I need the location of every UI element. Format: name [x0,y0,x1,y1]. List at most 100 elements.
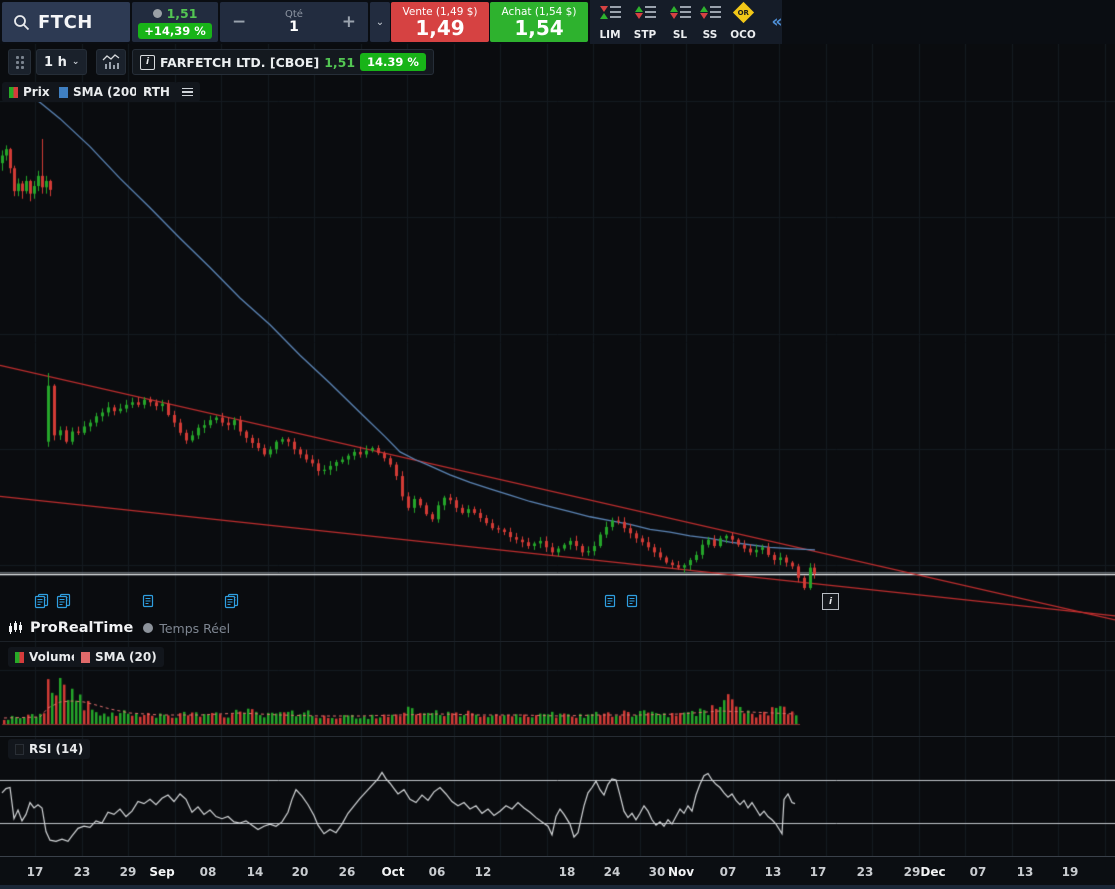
chevrons-left-icon: « [771,12,783,32]
axis-tick-label: 08 [199,865,217,879]
instrument-info-bar[interactable]: i FARFETCH LTD. [CBOE] 1,51 14.39 % [132,49,434,75]
axis-tick-label: 14 [246,865,264,879]
order-type-lim-button[interactable]: LIM [595,3,625,41]
qty-plus-button[interactable]: + [342,12,356,32]
order-type-stp-button[interactable]: STP [630,3,660,41]
pane-separator[interactable] [0,641,1115,642]
legend-volume-sma-label: SMA (20) [95,650,157,664]
order-arrows-icon [599,3,621,21]
quantity-stepper: − Qté 1 + [220,2,368,42]
axis-tick-label: 24 [603,865,621,879]
legend-rth-label: RTH [143,85,170,99]
buy-price: 1,54 [514,16,564,40]
order-type-label: SL [672,29,688,41]
axis-tick-label: 29 [903,865,921,879]
symbol-ticker: FTCH [38,11,93,33]
realtime-mode-label: Temps Réel [159,620,231,636]
news-marker-icon[interactable] [224,593,240,614]
axis-tick-label: Nov [667,865,695,879]
order-type-oco-button[interactable]: OR OCO [728,1,758,41]
symbol-search-box[interactable]: FTCH [2,2,130,42]
axis-tick-label: 17 [809,865,827,879]
order-type-ss-button[interactable]: SS [695,3,725,41]
axis-tick-label: 06 [428,865,446,879]
order-type-label: SS [702,29,718,41]
chevron-down-icon: ⌄ [71,57,80,67]
realtime-status-icon [143,623,154,633]
axis-tick-label: Oct [381,865,405,879]
price-series-icon [9,86,18,98]
instrument-price: 1,51 [324,54,356,70]
axis-tick-label: 17 [26,865,44,879]
search-icon [14,14,30,30]
news-marker-icon[interactable] [56,593,72,614]
axis-tick-label: Dec [920,865,946,879]
order-arrows-icon [699,3,721,21]
oco-or-diamond-icon: OR [732,1,754,24]
brand-name: ProRealTime [30,620,134,636]
brand-bar: ProRealTime Temps Réel [8,620,230,636]
rsi-chart-canvas[interactable] [0,736,1115,856]
market-status-icon [152,8,162,18]
last-price-group: 1,51 +14,39 % [132,2,218,42]
news-marker-icon[interactable] [34,593,50,614]
info-icon: i [140,54,155,70]
axis-tick-label: 07 [969,865,987,879]
time-axis[interactable]: 17 23 29 Sep 08 14 20 26 Oct 06 12 18 24 30 Nov 07 13 17 2… [0,856,1115,885]
chart-type-icon [102,54,120,69]
legend-rth[interactable]: RTH [136,82,177,102]
instrument-name: FARFETCH LTD. [CBOE] [160,54,320,70]
axis-tick-label: 13 [1016,865,1034,879]
axis-tick-label: 13 [764,865,782,879]
legend-volume-sma[interactable]: SMA (20) [74,647,164,667]
axis-tick-label: 07 [719,865,737,879]
qty-dropdown-button[interactable]: ⌄ [370,2,390,42]
legend-menu-button[interactable] [175,82,200,102]
qty-value[interactable]: 1 [289,19,299,35]
volume-series-icon [15,651,24,663]
order-type-label: OCO [730,29,756,41]
link-group-button[interactable] [8,49,31,75]
price-chart-canvas[interactable] [0,44,1115,641]
axis-tick-label: 19 [1061,865,1079,879]
rsi-series-icon [15,743,24,755]
axis-tick-label: 30 [648,865,666,879]
axis-tick-label: 18 [558,865,576,879]
legend-prix[interactable]: Prix [2,82,57,102]
legend-prix-label: Prix [23,85,50,99]
news-marker-icon[interactable] [625,593,641,614]
sma200-series-icon [59,86,68,98]
news-marker-icon[interactable] [603,593,619,614]
collapse-panel-button[interactable]: « [764,0,790,44]
order-type-label: LIM [599,29,621,41]
axis-tick-label: 29 [119,865,137,879]
instrument-change-badge: 14.39 % [360,53,426,71]
trading-app-window: FTCH 1,51 +14,39 % − Qté 1 + ⌄ Vente (1,… [0,0,1115,889]
last-price: 1,51 [166,5,198,21]
timeframe-dropdown[interactable]: 1 h ⌄ [36,49,88,75]
axis-tick-label: 20 [291,865,309,879]
chart-toolbar: 1 h ⌄ i FARFETCH LTD. [CBOE] 1,51 14.39 … [0,44,1115,78]
axis-tick-label: 23 [856,865,874,879]
timeframe-value: 1 h [44,54,67,70]
volume-chart-canvas[interactable] [0,641,1115,736]
news-marker-icon[interactable] [141,593,157,614]
legend-sma200-label: SMA (200) [73,85,144,99]
legend-rsi[interactable]: RSI (14) [8,739,91,759]
order-type-label: STP [633,29,657,41]
sell-price: 1,49 [415,16,465,40]
order-type-sl-button[interactable]: SL [665,3,695,41]
chart-info-marker[interactable]: i [822,593,839,610]
top-trading-bar: FTCH 1,51 +14,39 % − Qté 1 + ⌄ Vente (1,… [0,0,1115,44]
sell-button[interactable]: Vente (1,49 $) 1,49 [391,2,489,42]
axis-tick-label: 23 [73,865,91,879]
change-percent-badge: +14,39 % [138,22,212,39]
qty-minus-button[interactable]: − [232,12,246,32]
list-menu-icon [182,87,193,97]
pane-separator[interactable] [0,736,1115,737]
axis-tick-label: 12 [474,865,492,879]
chevron-down-icon: ⌄ [375,16,385,28]
chart-type-button[interactable] [96,49,126,75]
buy-button[interactable]: Achat (1,54 $) 1,54 [490,2,588,42]
axis-tick-label: Sep [149,865,175,879]
